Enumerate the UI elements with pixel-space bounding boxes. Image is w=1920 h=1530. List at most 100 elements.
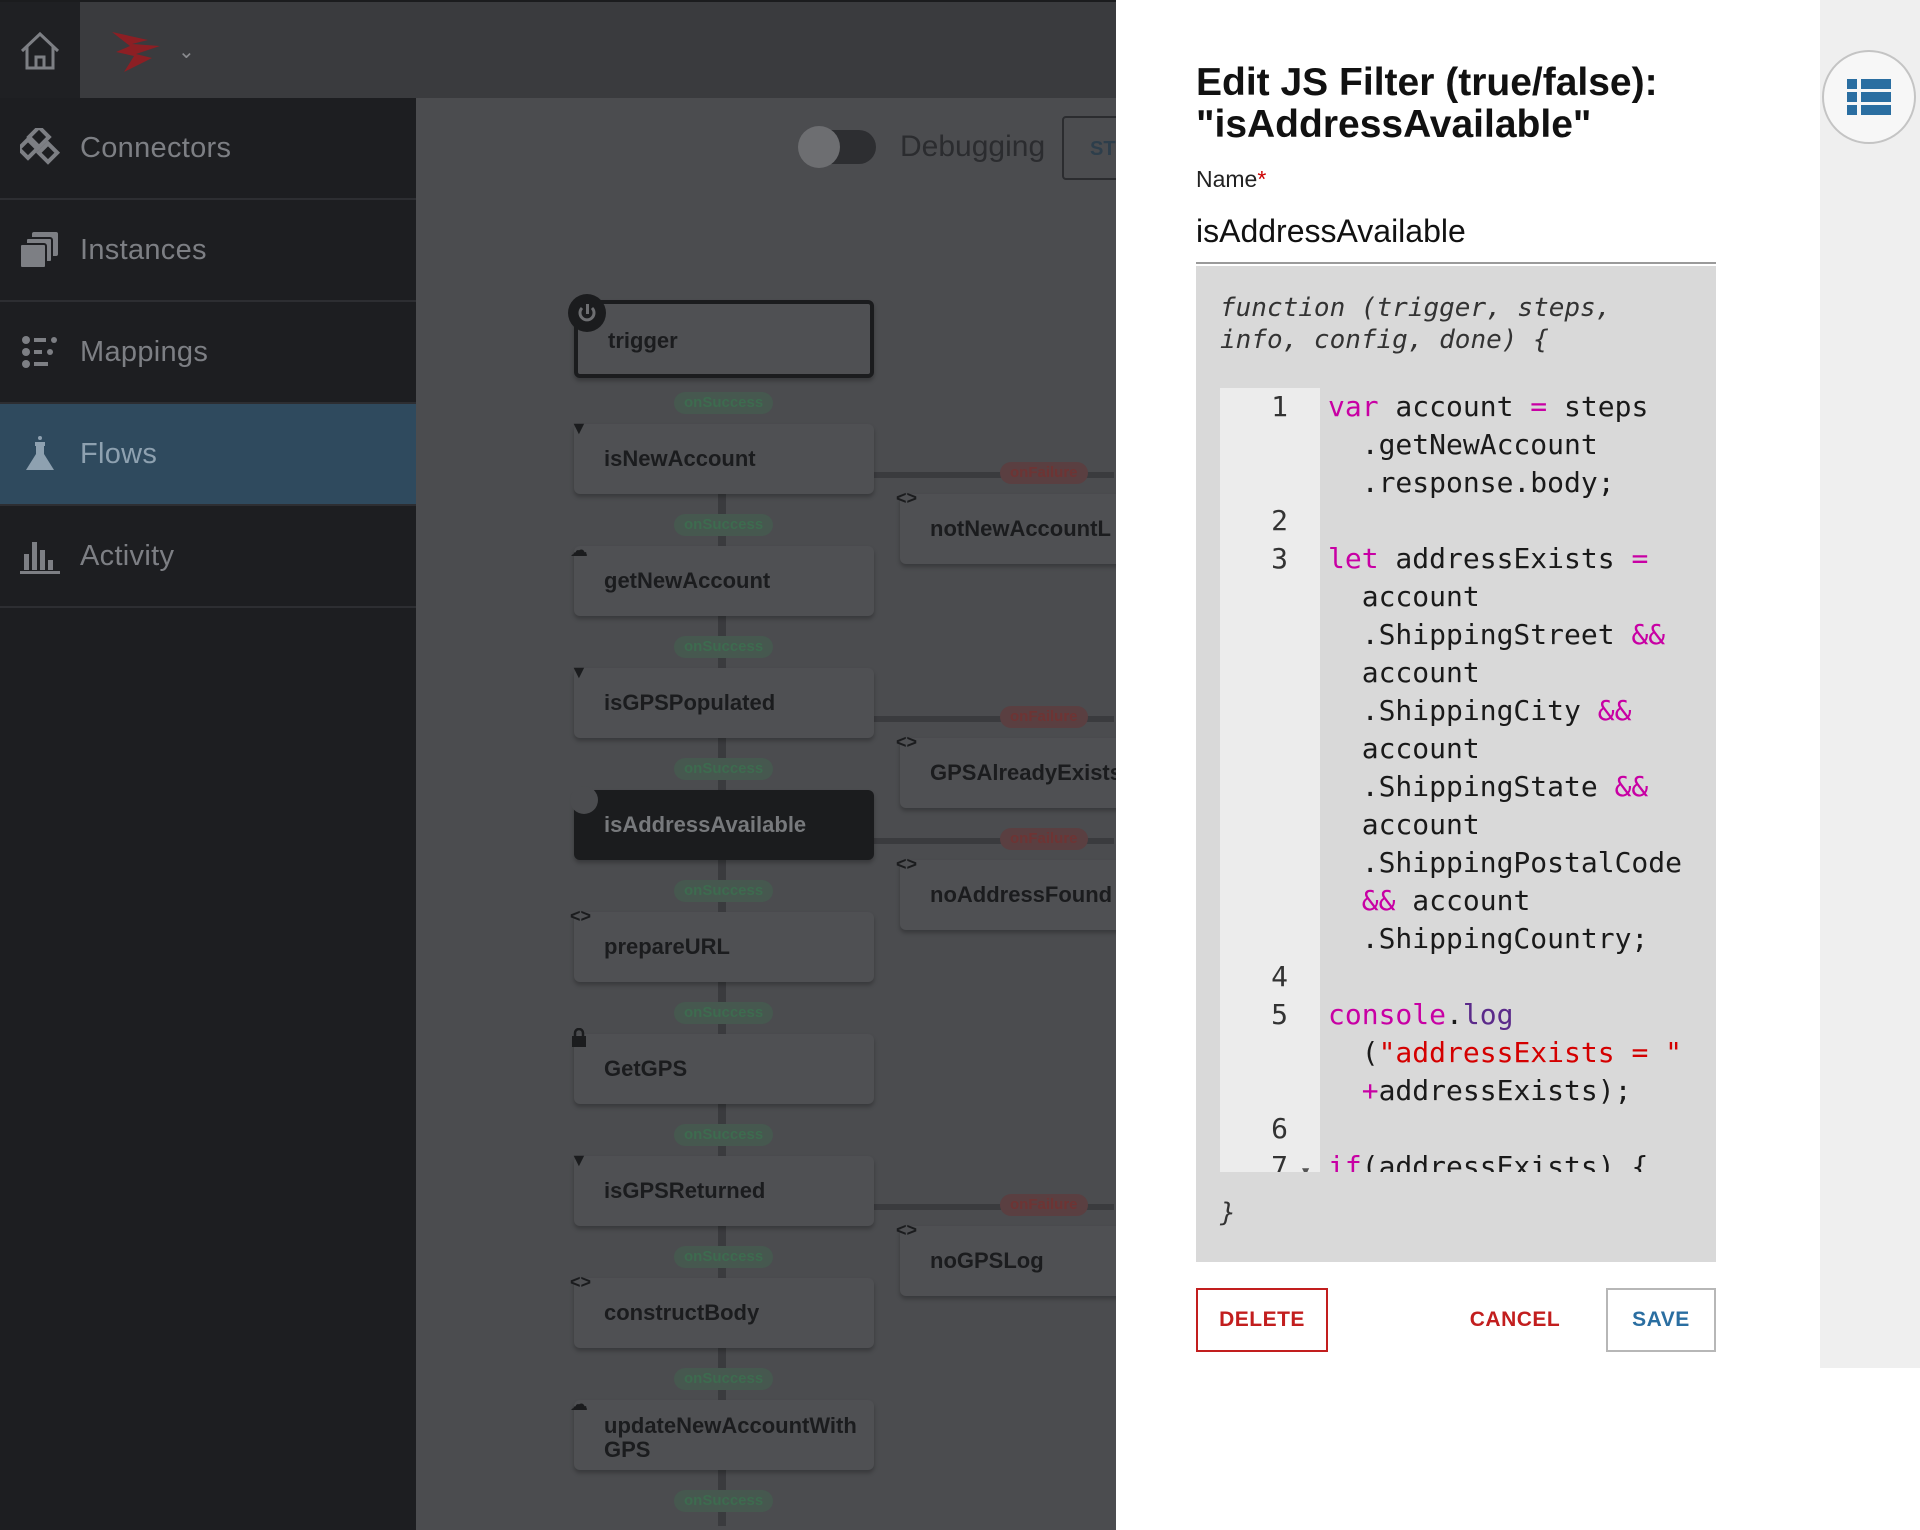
code-icon: <> bbox=[896, 488, 918, 508]
on-success-label: onSuccess bbox=[674, 1368, 774, 1390]
debugging-toggle[interactable] bbox=[798, 126, 876, 168]
sidebar-item-activity[interactable]: Activity bbox=[0, 506, 416, 608]
flow-step-noGPSLog[interactable]: <> noGPSLog bbox=[896, 1220, 1116, 1296]
sidebar-item-label: Instances bbox=[80, 233, 207, 266]
step-label: noAddressFound bbox=[930, 882, 1113, 907]
line-number: 6 bbox=[1271, 1112, 1288, 1145]
code-icon: <> bbox=[896, 732, 918, 752]
on-success-label: onSuccess bbox=[674, 1124, 774, 1146]
step-label: trigger bbox=[608, 328, 678, 353]
flow-step-getNewAccount[interactable]: ☁ getNewAccount bbox=[570, 540, 874, 616]
code-icon: <> bbox=[570, 1272, 592, 1292]
cancel-button[interactable]: CANCEL bbox=[1452, 1288, 1578, 1352]
step-label: prepareURL bbox=[604, 934, 730, 959]
line-number: 3 bbox=[1271, 542, 1288, 575]
flow-step-isNewAccount[interactable]: ▼ isNewAccount bbox=[570, 418, 874, 494]
home-icon bbox=[20, 31, 60, 70]
flask-icon bbox=[20, 434, 60, 474]
line-number: 1 bbox=[1271, 390, 1288, 423]
flow-canvas[interactable]: Debugging ST onSuccess onSuccess onSucce… bbox=[416, 98, 1116, 1530]
fold-caret-icon[interactable]: ▼ bbox=[1302, 1152, 1309, 1172]
flow-step-GetGPS[interactable]: GetGPS bbox=[572, 1027, 874, 1104]
name-input[interactable] bbox=[1196, 206, 1716, 264]
code-editor[interactable]: function (trigger, steps, info, config, … bbox=[1196, 266, 1716, 1262]
line-number: 7 bbox=[1271, 1150, 1288, 1172]
flow-step-constructBody[interactable]: <> constructBody bbox=[570, 1272, 874, 1348]
code-icon: <> bbox=[896, 854, 918, 874]
step-label: isNewAccount bbox=[604, 446, 756, 471]
sidebar: Connectors Instances Mappings Flows Acti… bbox=[0, 98, 416, 1530]
step-label: notNewAccountL bbox=[930, 516, 1111, 541]
step-label: isGPSPopulated bbox=[604, 690, 776, 715]
on-success-label: onSuccess bbox=[674, 1246, 774, 1268]
modal-title: Edit JS Filter (true/false): "isAddressA… bbox=[1196, 61, 1658, 146]
filter-icon: ▼ bbox=[570, 662, 588, 682]
line-number: 5 bbox=[1271, 998, 1288, 1031]
on-success-label: onSuccess bbox=[674, 392, 774, 414]
trigger-icon bbox=[568, 294, 606, 332]
sidebar-item-instances[interactable]: Instances bbox=[0, 200, 416, 302]
name-label-text: Name bbox=[1196, 166, 1258, 192]
delete-button[interactable]: DELETE bbox=[1196, 1288, 1328, 1352]
list-icon bbox=[1847, 79, 1891, 115]
sidebar-item-mappings[interactable]: Mappings bbox=[0, 302, 416, 404]
flow-step-GPSAlreadyExists[interactable]: <> GPSAlreadyExists bbox=[896, 732, 1116, 808]
on-success-label: onSuccess bbox=[674, 636, 774, 658]
edit-filter-modal: Edit JS Filter (true/false): "isAddressA… bbox=[1116, 0, 1820, 1530]
step-label: getNewAccount bbox=[604, 568, 771, 593]
instances-icon bbox=[20, 230, 60, 270]
sidebar-item-label: Flows bbox=[80, 437, 158, 470]
cloud-icon: ☁ bbox=[570, 1394, 588, 1414]
on-success-label: onSuccess bbox=[674, 1002, 774, 1024]
on-failure-label: onFailure bbox=[1000, 706, 1088, 728]
sidebar-item-label: Activity bbox=[80, 539, 175, 572]
connectors-icon bbox=[20, 128, 60, 168]
flow-step-updateNewAccountWithGPS[interactable]: ☁ updateNewAccountWithGPS bbox=[570, 1394, 874, 1470]
save-button[interactable]: SAVE bbox=[1606, 1288, 1716, 1352]
sidebar-item-flows[interactable]: Flows bbox=[0, 404, 416, 506]
code-lines[interactable]: 1 var account = steps .getNewAccount .re… bbox=[1220, 388, 1716, 1172]
sidebar-item-label: Mappings bbox=[80, 335, 209, 368]
debugging-label: Debugging bbox=[900, 130, 1046, 163]
on-success-label: onSuccess bbox=[674, 514, 774, 536]
step-label: updateNewAccountWithGPS bbox=[604, 1413, 857, 1462]
on-failure-label: onFailure bbox=[1000, 462, 1088, 484]
sidebar-item-connectors[interactable]: Connectors bbox=[0, 98, 416, 200]
cloud-icon: ☁ bbox=[570, 540, 588, 560]
filter-icon: ▼ bbox=[570, 1150, 588, 1170]
mappings-icon bbox=[20, 332, 60, 372]
app-logo-menu[interactable]: ⌄ bbox=[108, 24, 198, 78]
flow-step-noAddressFound[interactable]: <> noAddressFound bbox=[896, 854, 1116, 930]
filter-icon: ▼ bbox=[570, 418, 588, 438]
toggle-knob bbox=[798, 126, 840, 168]
on-success-label: onSuccess bbox=[674, 880, 774, 902]
step-label: isGPSReturned bbox=[604, 1178, 766, 1203]
lock-icon bbox=[570, 1027, 588, 1053]
code-icon: <> bbox=[570, 906, 592, 926]
home-button[interactable] bbox=[0, 2, 80, 100]
flow-step-isAddressAvailable[interactable]: isAddressAvailable bbox=[570, 786, 874, 860]
flow-step-prepareURL[interactable]: <> prepareURL bbox=[570, 906, 874, 982]
list-view-button[interactable] bbox=[1822, 50, 1916, 144]
flow-step-isGPSPopulated[interactable]: ▼ isGPSPopulated bbox=[570, 662, 874, 738]
step-label: GPSAlreadyExists bbox=[930, 760, 1116, 785]
name-field-label: Name* bbox=[1196, 166, 1266, 193]
flow-step-trigger[interactable]: trigger bbox=[568, 294, 874, 378]
chevron-down-icon: ⌄ bbox=[178, 40, 195, 63]
start-button[interactable]: ST bbox=[1062, 116, 1116, 180]
on-success-label: onSuccess bbox=[674, 1490, 774, 1512]
step-label: isAddressAvailable bbox=[604, 812, 807, 837]
on-failure-label: onFailure bbox=[1000, 828, 1088, 850]
code-function-footer: } bbox=[1220, 1198, 1236, 1228]
required-mark: * bbox=[1257, 166, 1267, 192]
step-label: constructBody bbox=[604, 1300, 760, 1325]
flow-step-isGPSReturned[interactable]: ▼ isGPSReturned bbox=[570, 1150, 874, 1226]
code-function-header: function (trigger, steps, info, config, … bbox=[1220, 293, 1612, 355]
brand-logo-icon bbox=[112, 32, 160, 72]
line-number: 4 bbox=[1271, 960, 1288, 993]
flow-step-notNewAccountLog[interactable]: <> notNewAccountL bbox=[896, 488, 1116, 564]
on-success-label: onSuccess bbox=[674, 758, 774, 780]
code-icon: <> bbox=[896, 1220, 918, 1240]
line-number: 2 bbox=[1271, 504, 1288, 537]
bar-chart-icon bbox=[20, 536, 60, 576]
